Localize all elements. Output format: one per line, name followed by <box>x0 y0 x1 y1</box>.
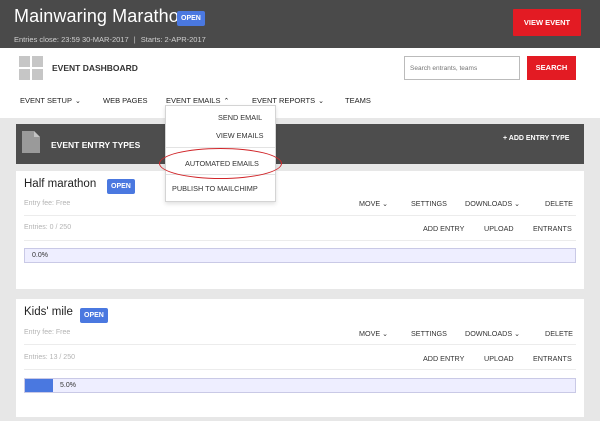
entry-fee: Entry fee: Free <box>24 200 71 207</box>
chevron-down-icon: ⌄ <box>514 331 520 338</box>
search-button[interactable]: SEARCH <box>527 56 576 80</box>
downloads-button[interactable]: DOWNLOADS ⌄ <box>465 199 520 208</box>
nav-event-emails[interactable]: EVENT EMAILS ⌃ <box>166 96 229 105</box>
nav-label: EVENT SETUP <box>20 96 72 105</box>
chevron-down-icon: ⌄ <box>382 201 389 208</box>
chevron-down-icon: ⌄ <box>382 331 389 338</box>
divider <box>24 369 576 370</box>
progress-fill <box>25 379 53 392</box>
action-label: MOVE <box>359 329 381 338</box>
action-label: DOWNLOADS <box>465 329 513 338</box>
divider <box>24 215 576 216</box>
settings-button[interactable]: SETTINGS <box>411 199 447 208</box>
highlight-annotation <box>159 148 282 179</box>
action-label: DOWNLOADS <box>465 199 513 208</box>
event-dates: Entries close: 23:59 30-MAR-2017 | Start… <box>14 35 206 44</box>
upload-button[interactable]: UPLOAD <box>484 354 514 363</box>
entry-fee: Entry fee: Free <box>24 329 71 336</box>
nav-label: WEB PAGES <box>103 96 148 105</box>
downloads-button[interactable]: DOWNLOADS ⌄ <box>465 329 520 338</box>
dashboard-title: EVENT DASHBOARD <box>52 63 138 73</box>
menu-item-send-email[interactable]: SEND EMAIL <box>218 113 262 122</box>
chevron-down-icon: ⌄ <box>318 98 324 105</box>
entries-count: Entries: 13 / 250 <box>24 354 75 361</box>
nav-event-reports[interactable]: EVENT REPORTS ⌄ <box>252 96 324 105</box>
status-badge: OPEN <box>107 179 135 194</box>
starts-text: Starts: 2-APR-2017 <box>140 35 206 44</box>
search-input[interactable] <box>404 56 520 80</box>
chevron-down-icon: ⌄ <box>514 201 520 208</box>
nav-label: EVENT REPORTS <box>252 96 316 105</box>
nav-web-pages[interactable]: WEB PAGES <box>103 96 147 105</box>
document-icon <box>22 131 40 153</box>
entry-type-title: Kids' mile <box>24 306 73 318</box>
progress-label: 5.0% <box>60 382 76 389</box>
entry-type-title: Half marathon <box>24 178 97 190</box>
add-entry-button[interactable]: ADD ENTRY <box>423 224 464 233</box>
menu-item-view-emails[interactable]: VIEW EMAILS <box>216 131 263 140</box>
progress-bar: 5.0% <box>24 378 576 393</box>
view-event-button[interactable]: VIEW EVENT <box>513 9 581 36</box>
upload-button[interactable]: UPLOAD <box>484 224 514 233</box>
menu-item-publish-mailchimp[interactable]: PUBLISH TO MAILCHIMP <box>172 184 258 193</box>
event-title: Mainwaring Marathon <box>14 6 189 26</box>
nav-label: TEAMS <box>345 96 371 105</box>
divider <box>24 344 576 345</box>
progress-label: 0.0% <box>32 252 48 259</box>
nav-event-setup[interactable]: EVENT SETUP ⌄ <box>20 96 81 105</box>
grid-icon <box>19 56 43 80</box>
entrants-button[interactable]: ENTRANTS <box>533 224 572 233</box>
entries-close-text: Entries close: 23:59 30-MAR-2017 <box>14 35 129 44</box>
delete-button[interactable]: DELETE <box>545 329 573 338</box>
settings-button[interactable]: SETTINGS <box>411 329 447 338</box>
progress-bar: 0.0% <box>24 248 576 263</box>
status-badge: OPEN <box>177 11 205 26</box>
status-badge: OPEN <box>80 308 108 323</box>
entries-count: Entries: 0 / 250 <box>24 224 72 231</box>
entry-types-title: EVENT ENTRY TYPES <box>51 140 141 150</box>
nav-teams[interactable]: TEAMS <box>345 96 371 105</box>
move-button[interactable]: MOVE ⌄ <box>359 199 388 208</box>
divider <box>24 240 576 241</box>
action-label: MOVE <box>359 199 381 208</box>
add-entry-type-button[interactable]: + ADD ENTRY TYPE <box>503 135 569 142</box>
add-entry-button[interactable]: ADD ENTRY <box>423 354 464 363</box>
chevron-down-icon: ⌄ <box>74 98 81 105</box>
move-button[interactable]: MOVE ⌄ <box>359 329 388 338</box>
delete-button[interactable]: DELETE <box>545 199 573 208</box>
dates-separator: | <box>133 35 136 44</box>
nav-label: EVENT EMAILS <box>166 96 221 105</box>
entrants-button[interactable]: ENTRANTS <box>533 354 572 363</box>
chevron-up-icon: ⌃ <box>223 98 230 105</box>
